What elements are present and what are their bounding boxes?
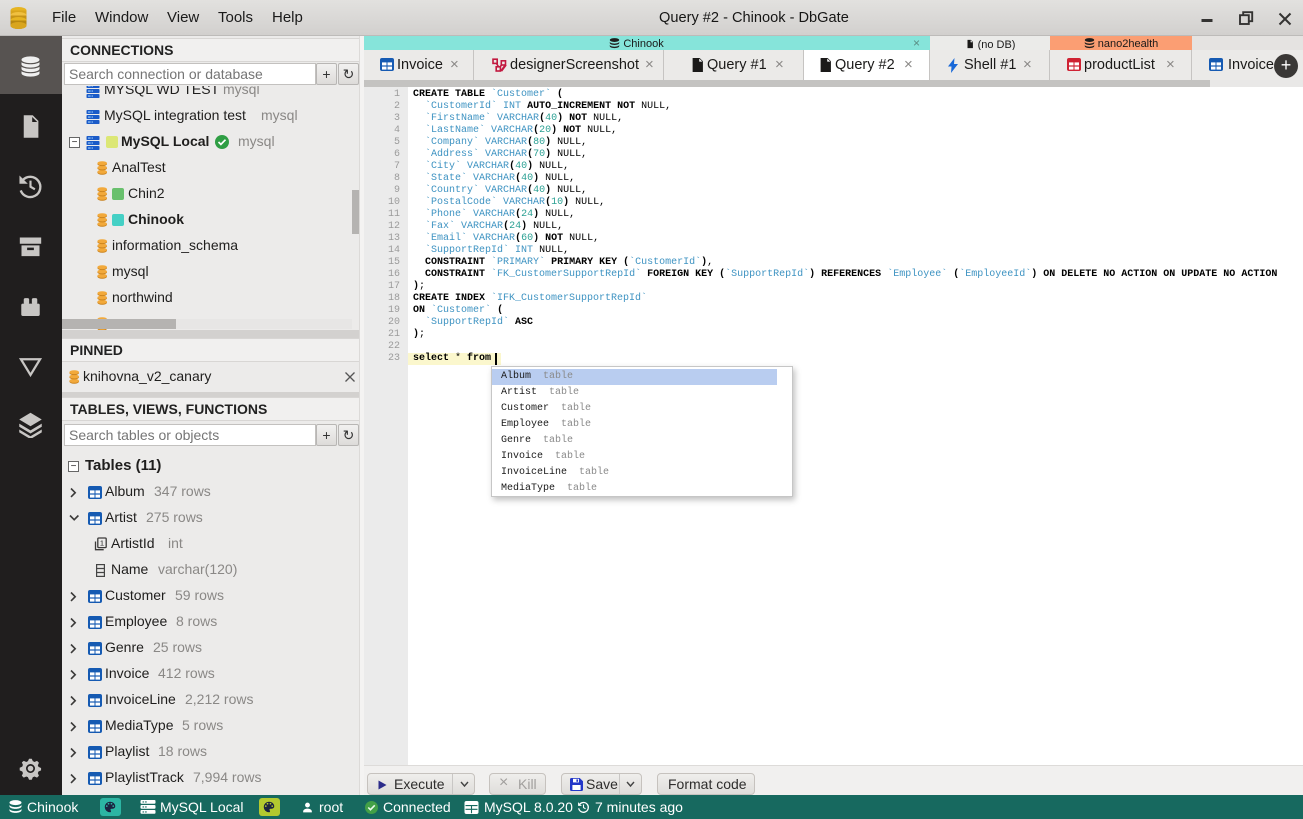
- svg-text:1: 1: [100, 539, 104, 548]
